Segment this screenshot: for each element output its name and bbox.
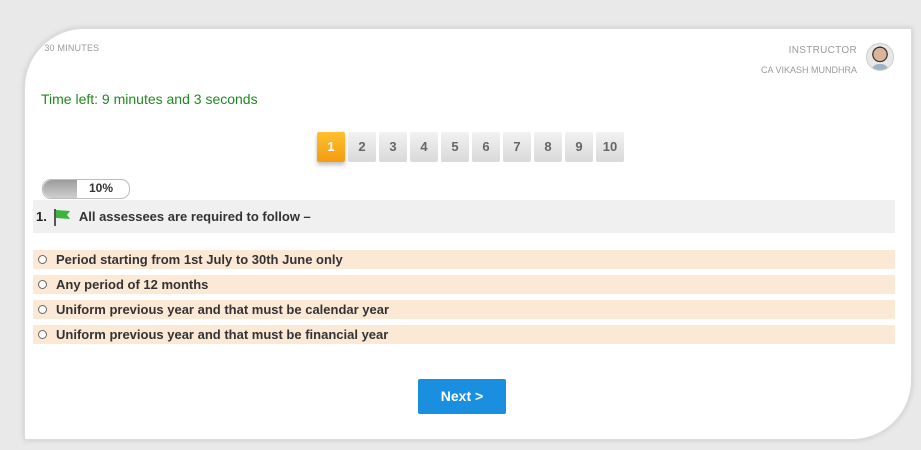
page-button-9[interactable]: 9 bbox=[565, 132, 593, 162]
avatar bbox=[866, 43, 894, 71]
progress-fill bbox=[43, 180, 78, 198]
answer-option[interactable]: Period starting from 1st July to 30th Ju… bbox=[33, 250, 895, 269]
question-number: 1. bbox=[36, 209, 47, 224]
instructor-info: INSTRUCTOR CA VIKASH MUNDHRA bbox=[761, 45, 857, 75]
instructor-role: INSTRUCTOR bbox=[788, 45, 857, 56]
next-button[interactable]: Next > bbox=[418, 379, 506, 414]
progress-label: 10% bbox=[89, 181, 114, 195]
page-button-4[interactable]: 4 bbox=[410, 132, 438, 162]
question-text: All assessees are required to follow – bbox=[78, 209, 311, 224]
time-left-text: Time left: 9 minutes and 3 seconds bbox=[41, 91, 258, 107]
page-button-3[interactable]: 3 bbox=[379, 132, 407, 162]
radio-button[interactable] bbox=[38, 280, 47, 289]
answer-option-label: Any period of 12 months bbox=[56, 277, 209, 292]
radio-button[interactable] bbox=[38, 330, 47, 339]
page-button-7[interactable]: 7 bbox=[503, 132, 531, 162]
question-row: 1. All assessees are required to follow … bbox=[33, 200, 895, 233]
page-button-6[interactable]: 6 bbox=[472, 132, 500, 162]
page-button-1[interactable]: 1 bbox=[317, 132, 345, 162]
page-button-10[interactable]: 10 bbox=[596, 132, 624, 162]
progress-bar: 10% bbox=[42, 179, 130, 199]
screen-frame: ◔ 30 MINUTES INSTRUCTOR CA VIKASH MUNDHR… bbox=[0, 0, 921, 450]
quiz-card: ◔ 30 MINUTES INSTRUCTOR CA VIKASH MUNDHR… bbox=[24, 28, 912, 440]
question-pagination: 1 2 3 4 5 6 7 8 9 10 bbox=[317, 132, 624, 162]
duration-text: 30 MINUTES bbox=[44, 43, 100, 53]
answer-option-label: Period starting from 1st July to 30th Ju… bbox=[56, 252, 343, 267]
answer-option[interactable]: Uniform previous year and that must be c… bbox=[33, 300, 895, 319]
answer-option-label: Uniform previous year and that must be f… bbox=[56, 327, 389, 342]
flag-icon[interactable] bbox=[53, 208, 71, 226]
radio-button[interactable] bbox=[38, 305, 47, 314]
answer-option[interactable]: Uniform previous year and that must be f… bbox=[33, 325, 895, 344]
page-button-5[interactable]: 5 bbox=[441, 132, 469, 162]
clock-icon: ◔ bbox=[34, 43, 40, 53]
radio-button[interactable] bbox=[38, 255, 47, 264]
answer-option-label: Uniform previous year and that must be c… bbox=[56, 302, 390, 317]
answer-option[interactable]: Any period of 12 months bbox=[33, 275, 895, 294]
answer-options: Period starting from 1st July to 30th Ju… bbox=[33, 250, 895, 350]
instructor-name: CA VIKASH MUNDHRA bbox=[760, 65, 857, 75]
page-button-2[interactable]: 2 bbox=[348, 132, 376, 162]
page-button-8[interactable]: 8 bbox=[534, 132, 562, 162]
duration-label: ◔ 30 MINUTES bbox=[34, 43, 99, 53]
